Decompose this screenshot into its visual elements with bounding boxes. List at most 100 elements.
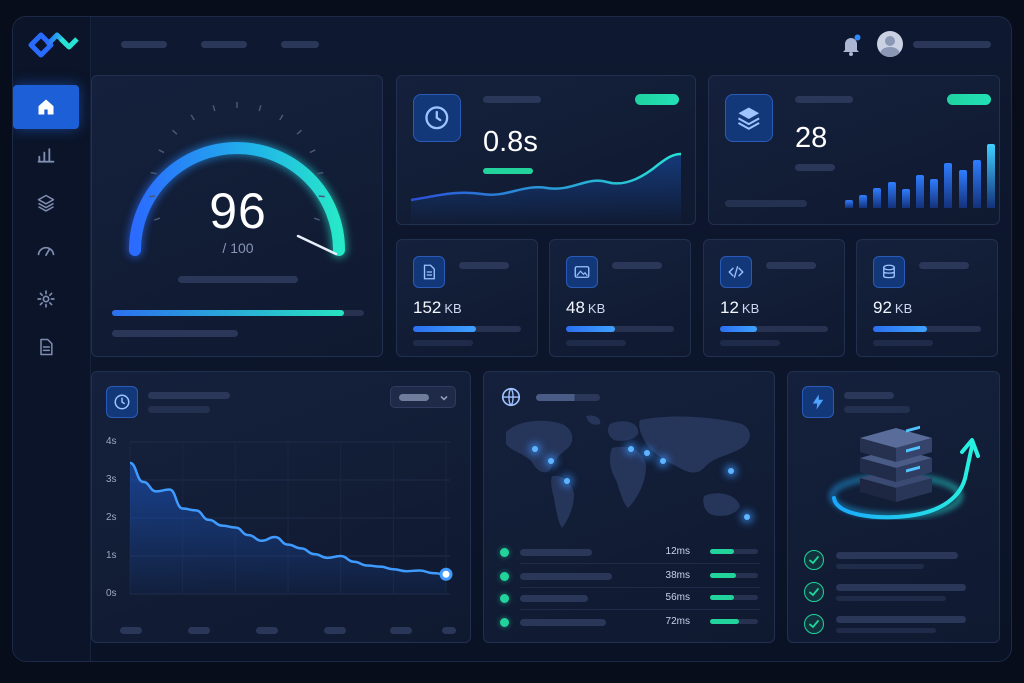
asset-icon-box (720, 256, 752, 288)
score-card: 96 / 100 (91, 75, 383, 357)
score-value: 96 (209, 183, 267, 239)
asset-card: 152 KB (396, 239, 538, 357)
world-map (506, 415, 750, 528)
load-time-label-placeholder (483, 96, 541, 103)
check-icon (804, 614, 824, 634)
load-time-toggle[interactable] (635, 94, 679, 105)
bell-icon[interactable] (839, 33, 863, 57)
server-stack-illustration (829, 425, 980, 520)
load-time-card: 0.8s (396, 75, 696, 225)
requests-value: 28 (795, 122, 828, 154)
asset-value-unit: KB (894, 301, 913, 316)
requests-bar (944, 163, 953, 208)
asset-size-bar (566, 326, 674, 332)
asset-label-placeholder (459, 262, 509, 269)
response-time-card: 4s 3s 2s 1s 0s (91, 371, 471, 643)
asset-sub-placeholder (720, 340, 780, 346)
asset-label-placeholder (766, 262, 816, 269)
requests-bar (916, 174, 924, 208)
requests-toggle[interactable] (947, 94, 991, 105)
asset-value-unit: KB (444, 301, 462, 316)
globe-icon (501, 387, 521, 407)
asset-size-bar (720, 326, 828, 332)
check-sub-placeholder (836, 564, 924, 569)
region-name-placeholder (520, 549, 592, 556)
x-label-placeholder (324, 627, 346, 634)
server-location-dot (532, 446, 538, 452)
region-status-dot (500, 594, 509, 603)
score-note-placeholder (112, 330, 238, 337)
avatar[interactable] (877, 31, 903, 57)
check-label-placeholder (836, 616, 966, 623)
check-icon (804, 582, 824, 602)
region-latency: 12ms (665, 546, 690, 557)
asset-card: 12 KB (703, 239, 845, 357)
asset-value: 12 KB (720, 298, 759, 318)
sidebar-item-performance[interactable] (13, 229, 79, 273)
region-latency-bar (710, 595, 758, 600)
top-bar (91, 17, 1011, 75)
requests-bar (887, 182, 896, 208)
response-time-chart (129, 441, 453, 595)
requests-bar (859, 195, 868, 208)
file-icon (423, 264, 435, 280)
document-icon (40, 338, 53, 356)
asset-value: 152 KB (413, 298, 462, 318)
region-latency-bar (710, 549, 758, 554)
sidebar-item-analytics[interactable] (13, 133, 79, 177)
requests-footer-placeholder (725, 200, 807, 207)
asset-card: 92 KB (856, 239, 998, 357)
gear-icon (37, 290, 55, 308)
asset-icon-box (566, 256, 598, 288)
sidebar-item-settings[interactable] (13, 277, 79, 321)
requests-bar-chart (845, 144, 995, 208)
region-latency: 56ms (665, 592, 690, 603)
server-location-dot (628, 446, 634, 452)
image-icon (574, 266, 590, 278)
requests-sub-placeholder (795, 164, 835, 171)
region-status-dot (500, 618, 509, 627)
asset-value: 92 KB (873, 298, 912, 318)
sidebar-item-layers[interactable] (13, 181, 79, 225)
asset-value-number: 92 (873, 298, 892, 317)
region-status-dot (500, 572, 509, 581)
x-label-placeholder (442, 627, 456, 634)
load-time-icon-box (413, 94, 461, 142)
asset-sub-placeholder (413, 340, 473, 346)
requests-card: 28 (708, 75, 1000, 225)
top-nav-link[interactable] (281, 41, 319, 48)
server-location-dot (548, 458, 554, 464)
requests-label-placeholder (795, 96, 853, 103)
score-caption-placeholder (178, 276, 298, 283)
asset-card: 48 KB (549, 239, 691, 357)
check-sub-placeholder (836, 628, 936, 633)
asset-value-number: 48 (566, 298, 585, 317)
dashboard-window: 96 / 100 0.8s 28 152 KB 48 KB 12 KB 92 K… (12, 16, 1012, 662)
score-max: / 100 (222, 240, 254, 256)
x-label-placeholder (390, 627, 412, 634)
top-nav-link[interactable] (121, 41, 167, 48)
sidebar-item-reports[interactable] (13, 325, 79, 369)
sidebar (13, 17, 91, 661)
sidebar-item-home[interactable] (13, 85, 79, 129)
server-sub-placeholder (844, 406, 910, 413)
region-latency: 72ms (665, 616, 690, 627)
asset-size-bar (413, 326, 521, 332)
server-location-dot (564, 478, 570, 484)
score-progress-bar (112, 310, 364, 316)
asset-sub-placeholder (873, 340, 933, 346)
requests-bar (845, 200, 853, 208)
top-nav-link[interactable] (201, 41, 247, 48)
response-time-endpoint[interactable] (439, 567, 453, 581)
asset-size-bar (873, 326, 981, 332)
asset-value-number: 152 (413, 298, 442, 317)
check-label-placeholder (836, 552, 958, 559)
asset-value-unit: KB (741, 301, 760, 316)
x-label-placeholder (188, 627, 210, 634)
server-title-placeholder (844, 392, 894, 399)
requests-icon-box (725, 94, 773, 142)
x-label-placeholder (120, 627, 142, 634)
region-latency-bar (710, 619, 758, 624)
asset-icon-box (413, 256, 445, 288)
layers-icon (738, 107, 760, 130)
